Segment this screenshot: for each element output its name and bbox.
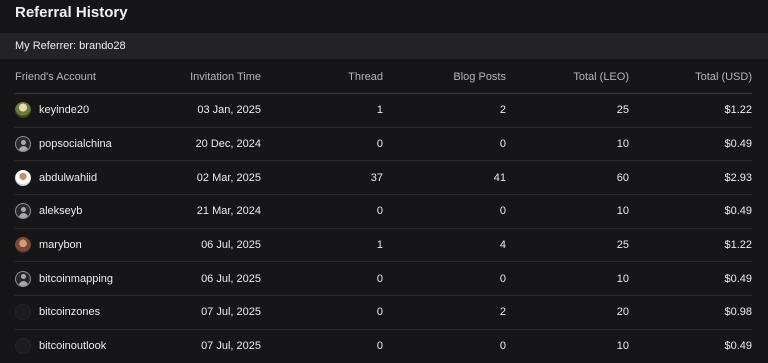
avatar[interactable] [15, 102, 31, 119]
total-usd-cell: $0.98 [724, 306, 752, 319]
avatar[interactable] [15, 203, 31, 220]
account-cell[interactable]: alekseyb [15, 203, 155, 220]
table-row: bitcoinzones 07 Jul, 2025 0 2 20 $0.98 [15, 296, 752, 330]
blog-posts-cell: 41 [493, 171, 506, 184]
referrer-label: My Referrer: brando28 [15, 40, 126, 52]
avatar[interactable] [15, 270, 31, 287]
account-name-link[interactable]: keyinde20 [39, 104, 89, 116]
account-name-link[interactable]: abdulwahiid [39, 172, 97, 184]
thread-count-cell: 0 [376, 272, 383, 285]
invitation-time-cell: 20 Dec, 2024 [195, 138, 261, 151]
account-name-link[interactable]: alekseyb [39, 205, 82, 217]
invitation-time-cell: 21 Mar, 2024 [196, 205, 261, 218]
account-cell[interactable]: keyinde20 [15, 102, 155, 119]
blog-posts-cell: 0 [499, 138, 506, 151]
account-name-link[interactable]: popsocialchina [39, 138, 112, 150]
thread-count-cell: 0 [376, 340, 383, 353]
account-cell[interactable]: abdulwahiid [15, 169, 155, 186]
column-header-time[interactable]: Invitation Time [155, 71, 261, 83]
table-row: popsocialchina 20 Dec, 2024 0 0 10 $0.49 [15, 128, 752, 162]
account-name-link[interactable]: bitcoinzones [39, 306, 100, 318]
column-header-posts[interactable]: Blog Posts [383, 71, 506, 83]
total-leo-cell: 60 [616, 171, 629, 184]
total-usd-cell: $1.22 [724, 104, 752, 117]
referrer-bar: My Referrer: brando28 [0, 33, 768, 59]
invitation-time-cell: 07 Jul, 2025 [201, 306, 261, 319]
invitation-time-cell: 07 Jul, 2025 [201, 340, 261, 353]
page-title: Referral History [15, 4, 128, 21]
column-header-usd[interactable]: Total (USD) [629, 71, 752, 83]
table-row: keyinde20 03 Jan, 2025 1 2 25 $1.22 [15, 94, 752, 128]
table-header: Friend's Account Invitation Time Thread … [15, 60, 752, 94]
table-body: keyinde20 03 Jan, 2025 1 2 25 $1.22 popsocialc… [15, 94, 752, 363]
blog-posts-cell: 2 [499, 104, 506, 117]
referral-table: Friend's Account Invitation Time Thread … [15, 60, 752, 363]
column-header-leo[interactable]: Total (LEO) [506, 71, 629, 83]
total-leo-cell: 10 [616, 340, 629, 353]
total-usd-cell: $0.49 [724, 205, 752, 218]
account-cell[interactable]: marybon [15, 237, 155, 254]
table-row: alekseyb 21 Mar, 2024 0 0 10 $0.49 [15, 195, 752, 229]
column-header-thread[interactable]: Thread [261, 71, 383, 83]
total-usd-cell: $0.49 [724, 272, 752, 285]
account-cell[interactable]: bitcoinzones [15, 304, 155, 321]
table-row: bitcoinmapping 06 Jul, 2025 0 0 10 $0.49 [15, 262, 752, 297]
total-usd-cell: $1.22 [724, 239, 752, 252]
blog-posts-cell: 0 [499, 340, 506, 353]
blog-posts-cell: 4 [499, 239, 506, 252]
avatar[interactable] [15, 136, 31, 153]
total-leo-cell: 20 [616, 306, 629, 319]
avatar[interactable] [15, 304, 31, 321]
total-usd-cell: $0.49 [724, 138, 752, 151]
avatar[interactable] [15, 237, 31, 254]
column-header-account[interactable]: Friend's Account [15, 71, 155, 83]
table-row: abdulwahiid 02 Mar, 2025 37 41 60 $2.93 [15, 161, 752, 196]
thread-count-cell: 0 [376, 138, 383, 151]
total-leo-cell: 10 [616, 272, 629, 285]
total-usd-cell: $2.93 [724, 171, 752, 184]
invitation-time-cell: 03 Jan, 2025 [197, 104, 261, 117]
total-leo-cell: 10 [616, 138, 629, 151]
avatar[interactable] [15, 338, 31, 355]
account-name-link[interactable]: marybon [39, 239, 82, 251]
thread-count-cell: 0 [376, 306, 383, 319]
account-cell[interactable]: popsocialchina [15, 136, 155, 153]
blog-posts-cell: 0 [499, 205, 506, 218]
invitation-time-cell: 06 Jul, 2025 [201, 239, 261, 252]
account-name-link[interactable]: bitcoinmapping [39, 273, 113, 285]
account-name-link[interactable]: bitcoinoutlook [39, 340, 106, 352]
invitation-time-cell: 06 Jul, 2025 [201, 272, 261, 285]
thread-count-cell: 1 [376, 239, 383, 252]
blog-posts-cell: 0 [499, 272, 506, 285]
blog-posts-cell: 2 [499, 306, 506, 319]
total-leo-cell: 10 [616, 205, 629, 218]
thread-count-cell: 1 [376, 104, 383, 117]
account-cell[interactable]: bitcoinoutlook [15, 338, 155, 355]
referral-history-panel: Referral History My Referrer: brando28 F… [0, 0, 768, 362]
thread-count-cell: 37 [370, 171, 383, 184]
total-usd-cell: $0.49 [724, 340, 752, 353]
total-leo-cell: 25 [616, 239, 629, 252]
invitation-time-cell: 02 Mar, 2025 [196, 171, 261, 184]
table-row: bitcoinoutlook 07 Jul, 2025 0 0 10 $0.49 [15, 330, 752, 363]
total-leo-cell: 25 [616, 104, 629, 117]
account-cell[interactable]: bitcoinmapping [15, 270, 155, 287]
table-row: marybon 06 Jul, 2025 1 4 25 $1.22 [15, 229, 752, 263]
thread-count-cell: 0 [376, 205, 383, 218]
avatar[interactable] [15, 169, 31, 186]
